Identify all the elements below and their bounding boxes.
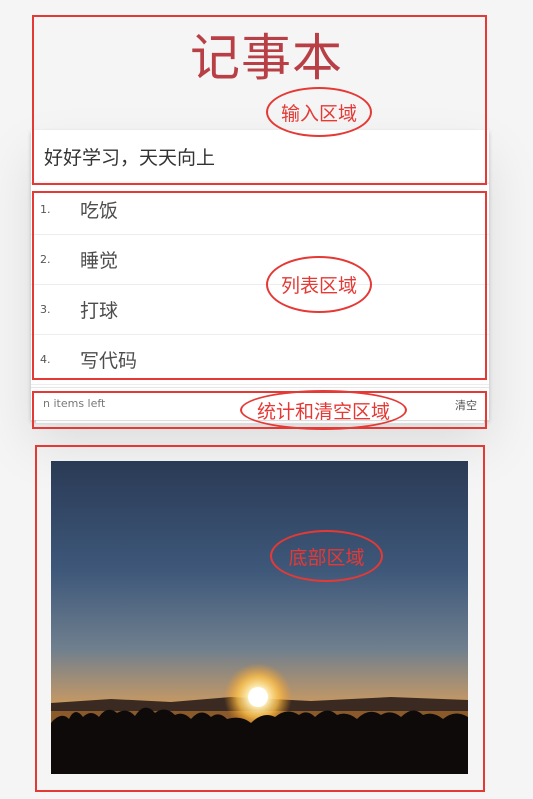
list-region-label-text: 列表区域 bbox=[280, 275, 357, 297]
input-region-label: 输入区域 bbox=[266, 87, 372, 137]
bottom-region-box bbox=[35, 445, 485, 792]
input-region-box bbox=[32, 15, 487, 185]
stats-region-label: 统计和清空区域 bbox=[240, 390, 407, 430]
input-region-label-text: 输入区域 bbox=[280, 102, 357, 125]
bottom-region-label-text: 底部区域 bbox=[288, 546, 365, 569]
bottom-region-label: 底部区域 bbox=[270, 530, 383, 582]
list-region-box bbox=[32, 191, 487, 380]
stats-region-label-text: 统计和清空区域 bbox=[256, 400, 390, 423]
list-region-label: 列表区域 bbox=[266, 256, 372, 313]
